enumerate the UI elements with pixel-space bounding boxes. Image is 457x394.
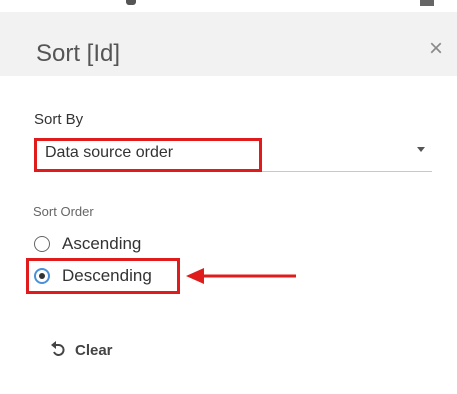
radio-button[interactable] bbox=[34, 236, 50, 252]
dropdown-arrow-icon bbox=[417, 147, 425, 152]
radio-button-checked[interactable] bbox=[34, 268, 50, 284]
radio-label: Ascending bbox=[62, 234, 142, 253]
sort-by-label: Sort By bbox=[34, 111, 84, 128]
arrow-left-icon bbox=[186, 268, 296, 284]
clear-label: Clear bbox=[75, 342, 113, 359]
edge-artifact bbox=[126, 0, 136, 5]
sort-by-select[interactable]: Data source order bbox=[34, 139, 432, 172]
close-icon[interactable]: × bbox=[421, 34, 451, 64]
dialog-title: Sort [Id] bbox=[36, 40, 121, 67]
sort-order-label: Sort Order bbox=[33, 204, 94, 219]
radio-label: Descending bbox=[62, 266, 152, 285]
edge-artifact bbox=[420, 0, 434, 6]
sort-by-selected-value: Data source order bbox=[45, 144, 174, 161]
top-edge bbox=[0, 0, 457, 12]
radio-dot bbox=[39, 273, 45, 279]
dialog-header: Sort [Id] × bbox=[0, 12, 457, 76]
undo-icon bbox=[51, 341, 65, 356]
